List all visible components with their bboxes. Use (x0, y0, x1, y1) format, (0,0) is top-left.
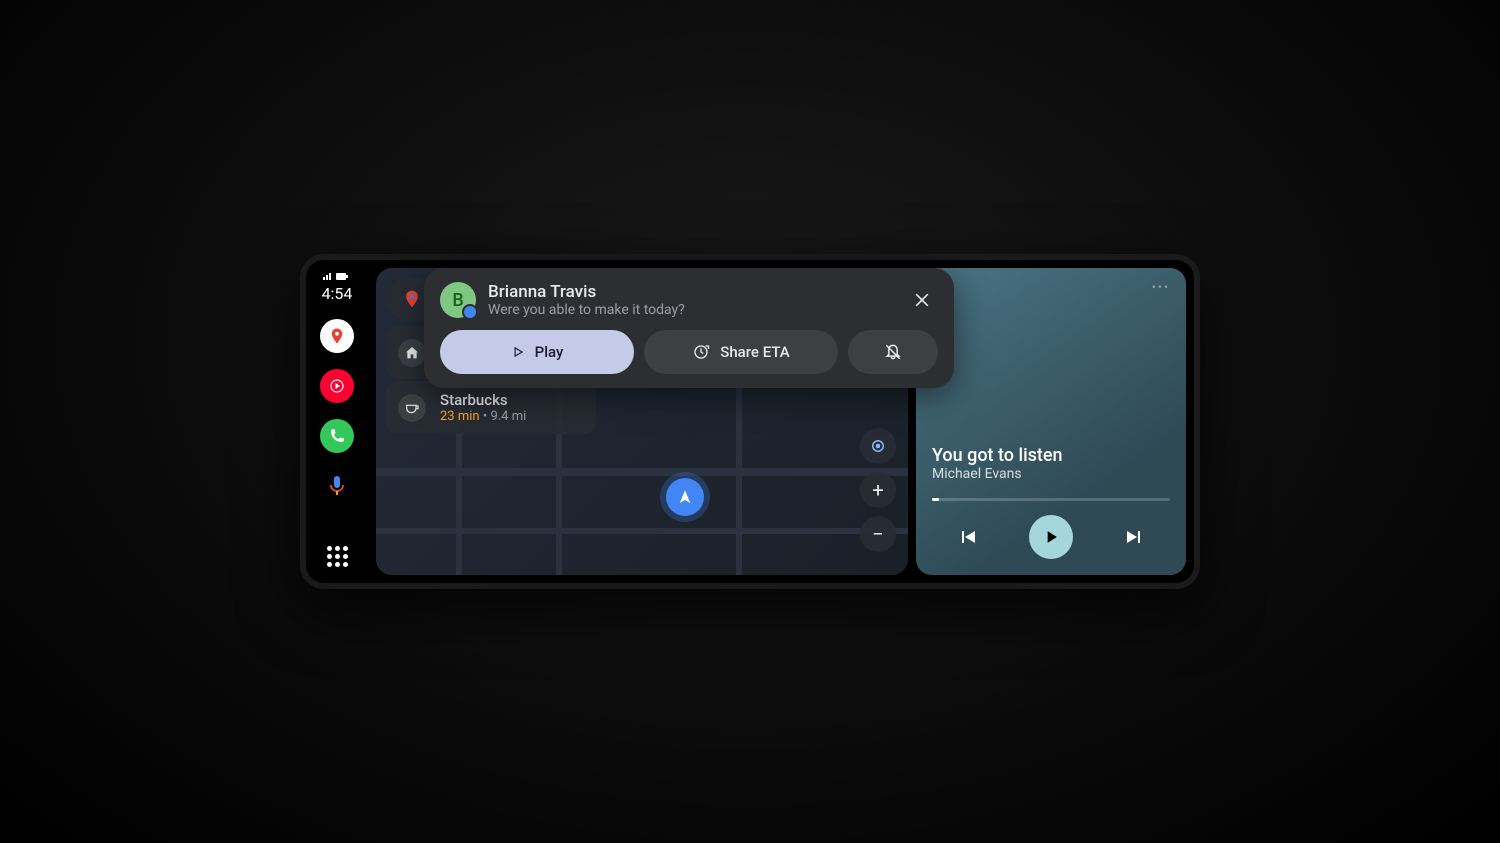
current-location-marker (666, 478, 704, 516)
zoom-out-button[interactable]: − (860, 516, 896, 552)
ytmusic-icon (328, 377, 346, 395)
play-button[interactable] (1029, 515, 1073, 559)
suggestion-title: Starbucks (440, 391, 526, 409)
maps-pin-icon (402, 289, 422, 309)
signal-battery-icon (322, 270, 350, 282)
rail-app-ytmusic[interactable] (320, 369, 354, 403)
phone-icon (328, 427, 346, 445)
rail-app-maps[interactable] (320, 319, 354, 353)
recenter-button[interactable] (860, 428, 896, 464)
mute-notification-button[interactable] (848, 330, 938, 374)
coffee-icon (398, 394, 426, 422)
track-artist: Michael Evans (932, 466, 1170, 482)
share-eta-icon (692, 343, 710, 361)
media-controls (932, 515, 1170, 559)
home-icon (398, 339, 426, 367)
car-display: 4:54 (300, 254, 1200, 589)
rail-app-phone[interactable] (320, 419, 354, 453)
message-notification: B Brianna Travis Were you able to make i… (424, 268, 954, 388)
track-title: You got to listen (932, 445, 1170, 466)
message-preview: Were you able to make it today? (488, 302, 894, 318)
skip-previous-icon (956, 525, 980, 549)
close-icon (912, 290, 932, 310)
maps-icon (328, 327, 346, 345)
sender-name: Brianna Travis (488, 282, 894, 302)
play-outline-icon (511, 345, 525, 359)
play-message-button[interactable]: Play (440, 330, 634, 374)
navigation-arrow-icon (676, 488, 694, 506)
bell-off-icon (883, 342, 903, 362)
zoom-in-button[interactable]: + (860, 472, 896, 508)
play-icon (1041, 527, 1061, 547)
suggestion-starbucks[interactable]: Starbucks 23 min • 9.4 mi (386, 381, 596, 434)
play-message-label: Play (535, 343, 564, 361)
share-eta-button[interactable]: Share ETA (644, 330, 838, 374)
clock: 4:54 (322, 284, 353, 303)
media-menu-icon[interactable]: ••• (1152, 280, 1170, 294)
apps-grid-icon (327, 546, 348, 567)
mic-icon (329, 475, 345, 497)
media-progress-fill (932, 498, 939, 501)
suggestion-time: 23 min (440, 409, 480, 424)
skip-next-icon (1122, 525, 1146, 549)
status-indicators: 4:54 (322, 270, 353, 303)
media-panel[interactable]: ••• You got to listen Michael Evans (916, 268, 1186, 575)
rail-app-launcher[interactable] (320, 539, 354, 573)
close-notification-button[interactable] (906, 284, 938, 316)
prev-track-button[interactable] (956, 525, 980, 549)
system-rail: 4:54 (306, 260, 368, 583)
next-track-button[interactable] (1122, 525, 1146, 549)
media-info: You got to listen Michael Evans (932, 445, 1170, 482)
suggestion-distance: 9.4 mi (490, 409, 526, 424)
sender-avatar: B (440, 282, 476, 318)
map-controls: + − (860, 428, 896, 552)
crosshair-icon (869, 437, 887, 455)
rail-assistant[interactable] (320, 469, 354, 503)
media-progress[interactable] (932, 498, 1170, 501)
share-eta-label: Share ETA (720, 343, 789, 361)
